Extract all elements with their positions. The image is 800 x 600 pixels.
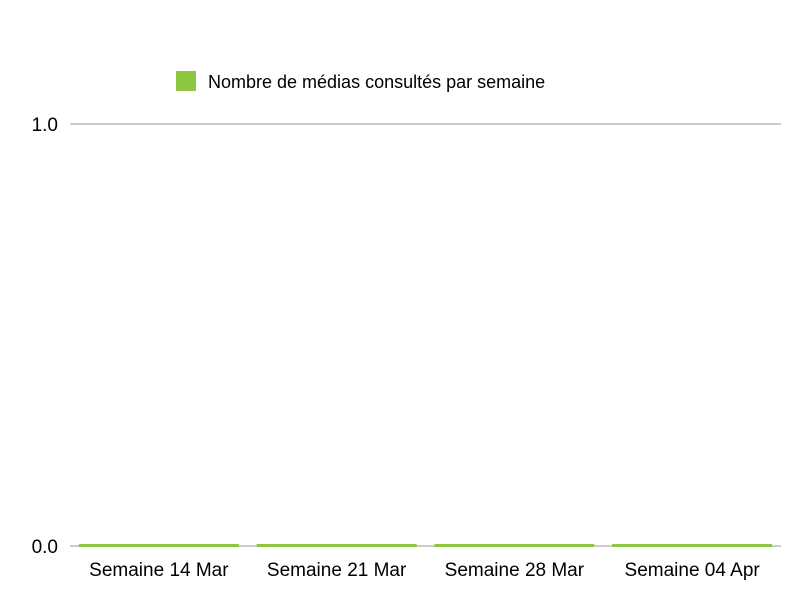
bar-1	[256, 544, 417, 547]
legend-label: Nombre de médias consultés par semaine	[208, 72, 545, 92]
bar-chart: 0.01.0 Semaine 14 Mar Semaine 21 Mar Semai…	[32, 71, 781, 581]
y-axis-ticks: 0.0 1.0	[32, 115, 58, 558]
x-axis-ticks: Semaine 14 Mar Semaine 21 Mar Semaine 28 M…	[89, 560, 760, 581]
x-tick-label: Semaine 21 Mar	[267, 560, 407, 581]
legend-swatch	[176, 71, 196, 91]
y-tick-label: 1.0	[32, 115, 58, 136]
x-tick-label: Semaine 14 Mar	[89, 560, 229, 581]
chart-container: 0.0 1.0 Semaine 14 Mar Semaine 21 Mar Semai…	[0, 0, 800, 600]
bar-3	[612, 544, 773, 547]
bar-2	[434, 544, 595, 547]
x-tick-label: Semaine 04 Apr	[625, 560, 761, 581]
bar-0	[78, 544, 239, 547]
grid-layer	[70, 123, 781, 547]
legend: Nombre de médias consultés par semaine	[176, 71, 545, 92]
y-tick-label: 0.0	[32, 537, 58, 558]
x-tick-label: Semaine 28 Mar	[445, 560, 585, 581]
